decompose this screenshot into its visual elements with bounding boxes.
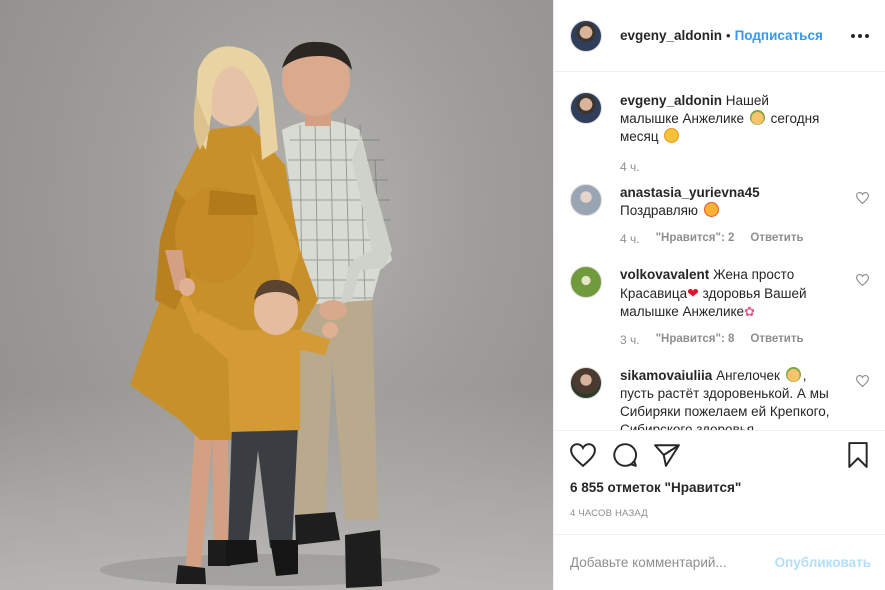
heart-icon[interactable] <box>856 192 869 204</box>
heart-icon[interactable] <box>856 274 869 286</box>
comment-body: anastasia_yurievna45 Поздравляю <box>620 184 830 220</box>
comment-meta: 3 ч. "Нравится": 8 Ответить <box>620 333 869 347</box>
avatar[interactable] <box>570 266 602 298</box>
reply-button[interactable]: Ответить <box>750 333 803 347</box>
comment-likes[interactable]: "Нравится": 2 <box>656 232 735 246</box>
baby-emoji-icon <box>749 110 765 125</box>
publish-button[interactable]: Опубликовать <box>775 555 871 570</box>
post-side-panel: evgeny_aldonin • Подписаться evgeny_aldo… <box>553 0 885 590</box>
post-time[interactable]: 4 ЧАСОВ НАЗАД <box>554 508 885 524</box>
comment-time[interactable]: 4 ч. <box>620 232 640 246</box>
comment-meta: 4 ч. "Нравится": 2 Ответить <box>620 232 869 246</box>
more-icon[interactable] <box>851 33 869 38</box>
baby-emoji-icon <box>785 367 801 382</box>
comment-body: sikamovaiuliia Ангелочек , пусть растёт … <box>620 367 830 430</box>
tulip-emoji-icon: ✿ <box>744 304 755 319</box>
post-header: evgeny_aldonin • Подписаться <box>554 0 885 72</box>
caption-username[interactable]: evgeny_aldonin <box>620 93 722 108</box>
follow-button[interactable]: Подписаться <box>735 28 823 43</box>
comment-time[interactable]: 3 ч. <box>620 333 640 347</box>
post-actions <box>554 430 885 478</box>
header-username[interactable]: evgeny_aldonin <box>620 28 722 43</box>
heart-icon[interactable] <box>570 442 596 467</box>
header-separator: • <box>726 28 731 43</box>
list-item: anastasia_yurievna45 Поздравляю <box>570 184 869 220</box>
caption-body: evgeny_aldonin Нашей малышке Анжелике се… <box>620 92 830 146</box>
comment-input[interactable] <box>570 555 760 570</box>
comment-username[interactable]: sikamovaiuliia <box>620 368 712 383</box>
comment-text-1: Ангелочек <box>716 368 780 383</box>
comment-icon[interactable] <box>612 442 638 468</box>
add-comment-bar: Опубликовать <box>554 534 885 590</box>
likes-count[interactable]: 6 855 отметок "Нравится" <box>554 478 885 498</box>
comment-username[interactable]: volkovavalent <box>620 267 709 282</box>
red-heart-emoji-icon: ❤ <box>687 285 699 301</box>
comment-username[interactable]: anastasia_yurievna45 <box>620 185 760 200</box>
caption-time[interactable]: 4 ч. <box>620 160 640 174</box>
heart-icon[interactable] <box>856 375 869 387</box>
smile-emoji-icon <box>664 128 680 143</box>
family-photo-illustration <box>100 41 440 588</box>
comment-likes[interactable]: "Нравится": 8 <box>656 333 735 347</box>
comment-body: volkovavalent Жена просто Красавица❤ здо… <box>620 266 830 321</box>
avatar[interactable] <box>570 367 602 399</box>
avatar[interactable] <box>570 92 602 124</box>
list-item: volkovavalent Жена просто Красавица❤ здо… <box>570 266 869 321</box>
avatar[interactable] <box>570 184 602 216</box>
post-photo[interactable] <box>0 0 553 590</box>
share-icon[interactable] <box>654 443 680 467</box>
heart-eyes-emoji-icon <box>703 202 719 217</box>
comments-list[interactable]: evgeny_aldonin Нашей малышке Анжелике се… <box>554 72 885 430</box>
comment-text: Поздравляю <box>620 203 699 218</box>
caption: evgeny_aldonin Нашей малышке Анжелике се… <box>570 92 869 146</box>
avatar[interactable] <box>570 19 602 52</box>
reply-button[interactable]: Ответить <box>750 232 803 246</box>
list-item: sikamovaiuliia Ангелочек , пусть растёт … <box>570 367 869 430</box>
caption-meta: 4 ч. <box>620 160 869 174</box>
post-view: evgeny_aldonin • Подписаться evgeny_aldo… <box>0 0 885 590</box>
bookmark-icon[interactable] <box>847 441 869 468</box>
